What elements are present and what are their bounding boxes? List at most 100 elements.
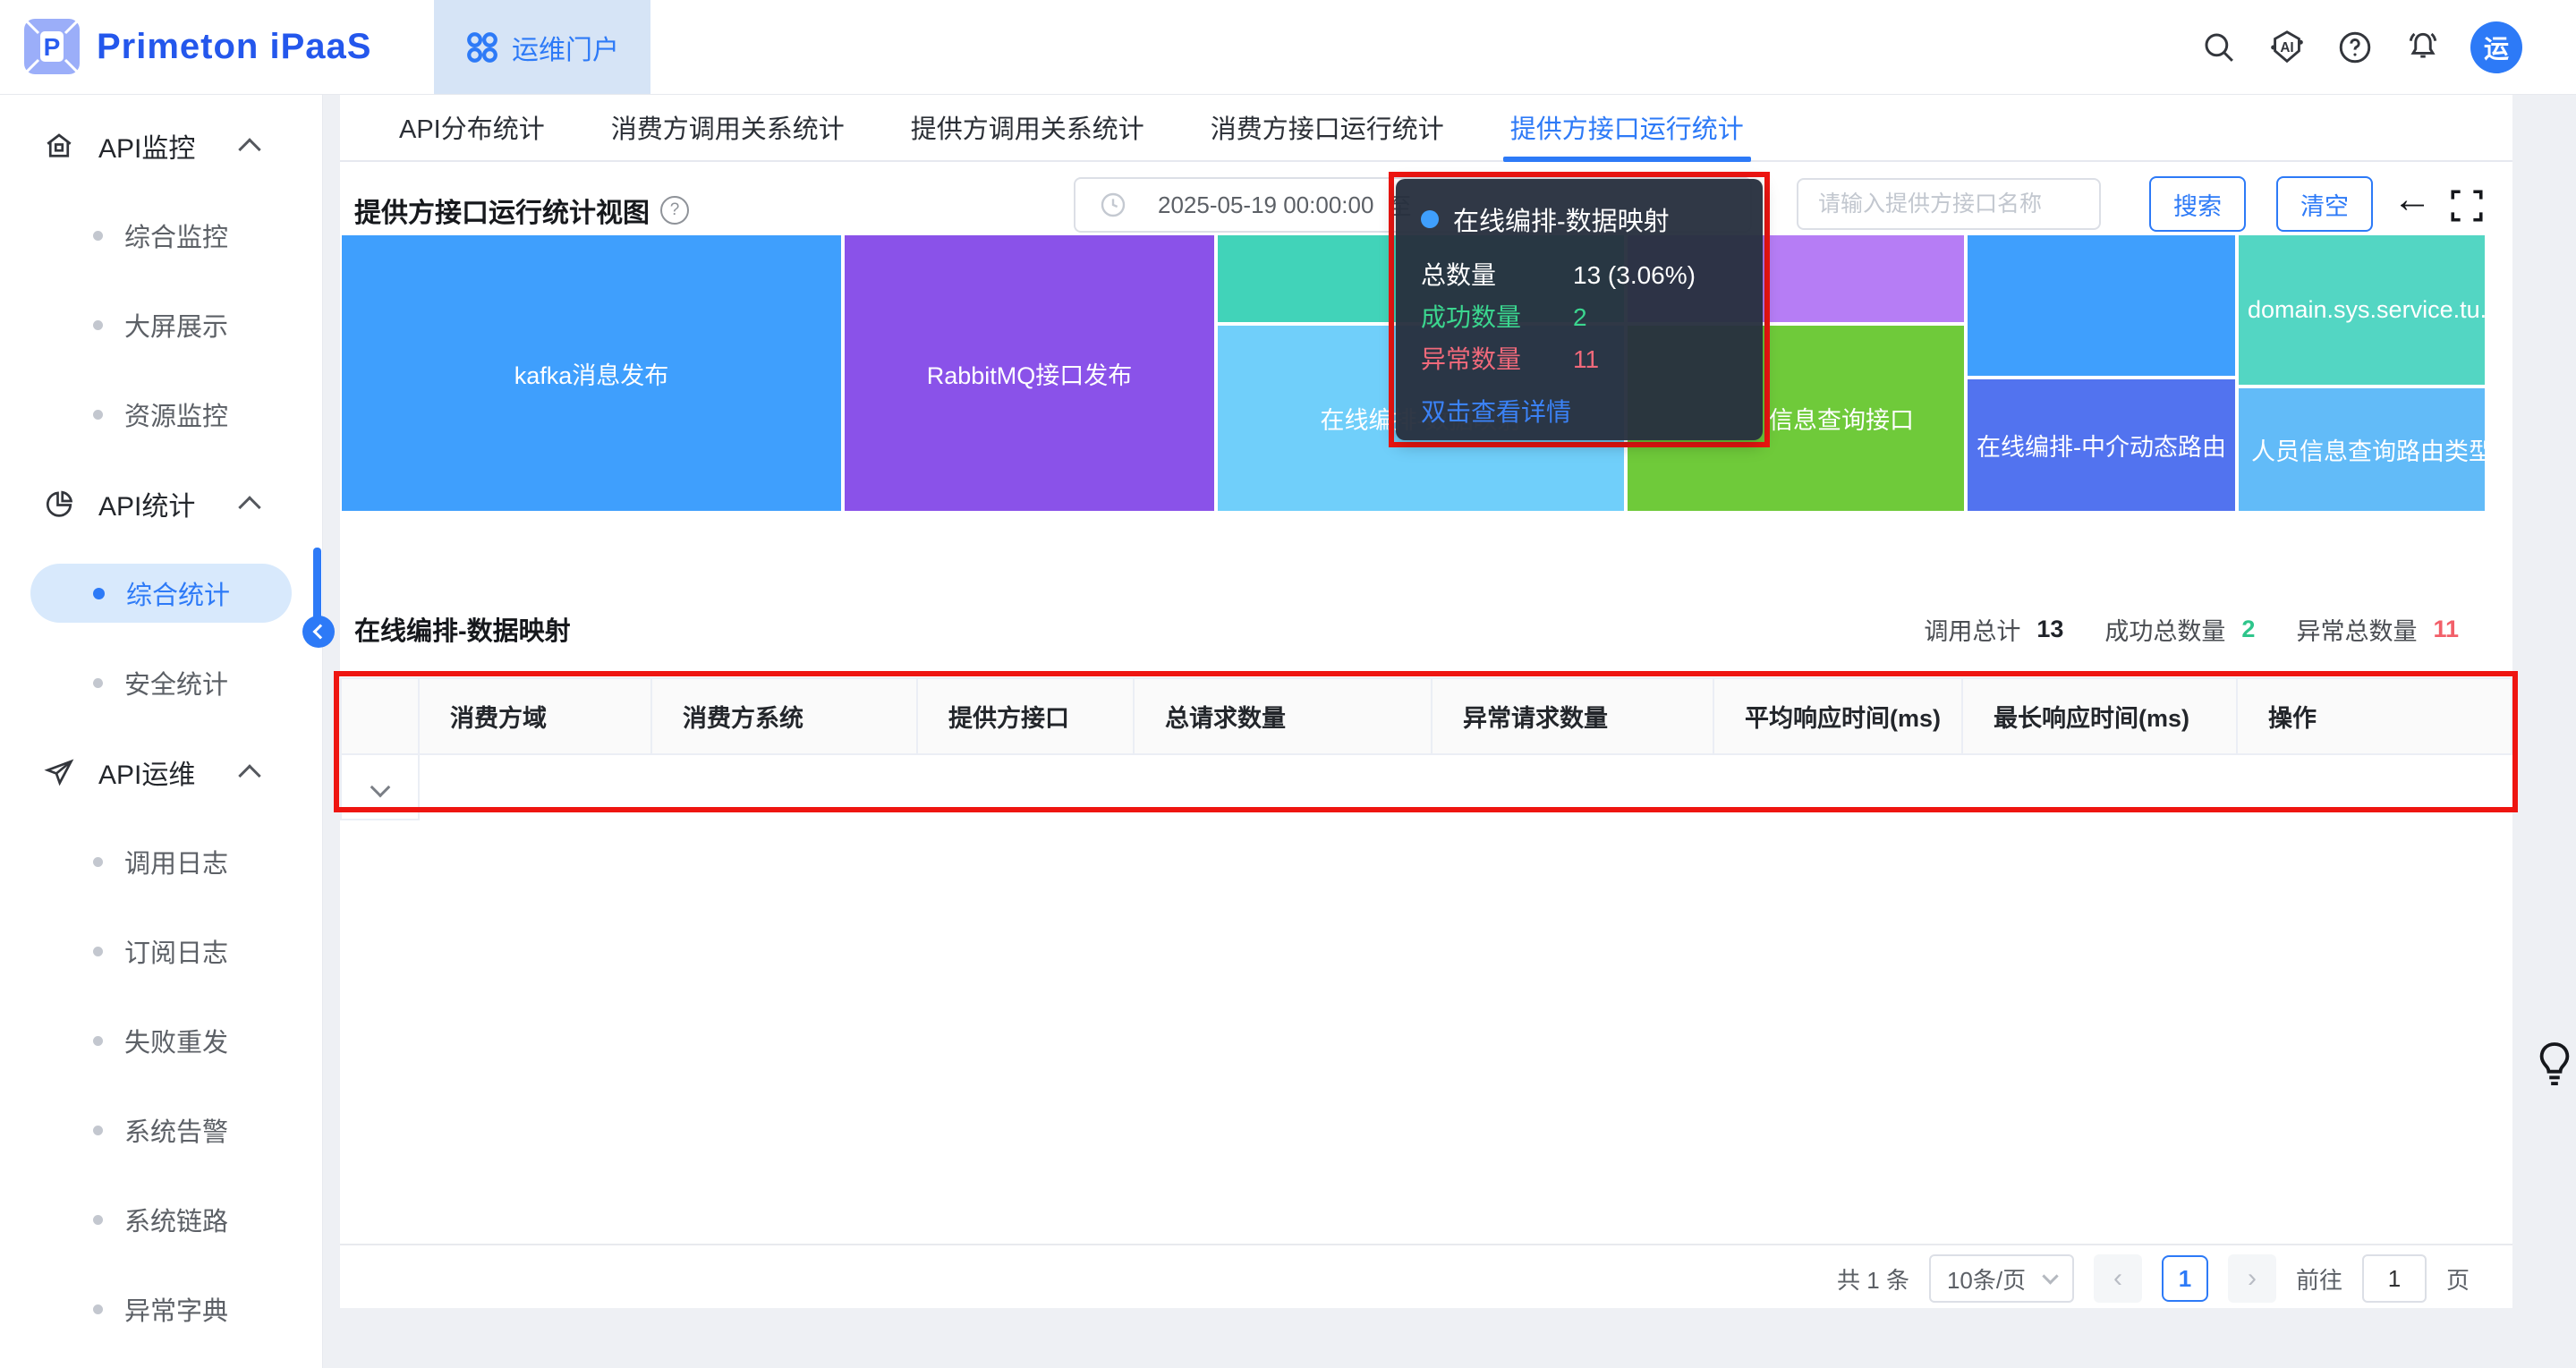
svg-text:P: P [44, 33, 61, 61]
chevron-up-icon[interactable] [238, 138, 260, 160]
item-dot-icon [93, 678, 103, 688]
stat-tab[interactable]: 消费方接口运行统计 [1211, 94, 1444, 160]
sidebar-item-pill[interactable]: 安全统计 [30, 653, 292, 712]
stat-tab[interactable]: 提供方接口运行统计 [1510, 94, 1744, 160]
sidebar-group-label: API运维 [98, 752, 195, 792]
table-header-cell: 异常请求数量 [1432, 678, 1713, 754]
tooltip-stat-value: 13 (3.06%) [1573, 254, 1696, 296]
sidebar-item-pill[interactable]: 失败重发 [30, 1011, 292, 1070]
treemap-block-label: 在线编排-中介动态路由 [1977, 428, 2226, 463]
sidebar-item[interactable]: 大屏展示 [0, 280, 322, 370]
treemap-block[interactable]: 在线编排-中介动态路由 [1966, 378, 2237, 513]
sidebar-item[interactable]: 订阅日志 [0, 906, 322, 996]
sidebar-item-pill[interactable]: 系统链路 [30, 1190, 292, 1249]
item-dot-icon [93, 320, 103, 330]
svg-text:AI: AI [2280, 39, 2293, 55]
sidebar-group-header[interactable]: API运维 [0, 727, 322, 817]
top-bar: P Primeton iPaaS 运维门户 AI [0, 0, 2576, 95]
sidebar-item-pill[interactable]: 大屏展示 [30, 295, 292, 354]
search-button[interactable]: 搜索 [2149, 176, 2246, 232]
tooltip-title-row: 在线编排-数据映射 [1421, 200, 1738, 238]
sidebar-item-pill[interactable]: 资源监控 [30, 385, 292, 444]
prev-page-button[interactable]: ‹ [2094, 1254, 2142, 1303]
goto-page-input[interactable] [2362, 1254, 2427, 1303]
provider-search-box [1797, 178, 2101, 230]
treemap-block[interactable]: kafka消息发布 [340, 234, 843, 513]
sidebar-item-pill[interactable]: 系统告警 [30, 1100, 292, 1160]
summary-stat-value: 11 [2433, 616, 2459, 643]
sidebar-item-label: 订阅日志 [124, 932, 228, 970]
notifications-bell-icon[interactable] [2402, 27, 2444, 68]
brand-name: Primeton iPaaS [97, 27, 371, 67]
page-size-select[interactable]: 10条/页 [1929, 1254, 2074, 1303]
treemap-block[interactable] [1966, 234, 2237, 378]
sidebar: API监控 综合监控 [0, 94, 323, 1368]
chevron-down-icon[interactable] [370, 777, 390, 798]
treemap-block[interactable]: RabbitMQ接口发布 [843, 234, 1216, 513]
tooltip-detail-link[interactable]: 双击查看详情 [1421, 393, 1738, 429]
user-avatar[interactable]: 运 [2470, 21, 2522, 73]
sidebar-item-pill[interactable]: 综合统计 [30, 564, 292, 623]
treemap-block[interactable]: domain.sys.service.tu. [2237, 234, 2487, 387]
sidebar-item-pill[interactable]: 综合监控 [30, 206, 292, 265]
back-arrow-icon[interactable]: ← [2393, 180, 2432, 219]
app-root: P Primeton iPaaS 运维门户 AI [0, 0, 2576, 1368]
fullscreen-icon[interactable] [2448, 187, 2486, 225]
sidebar-collapse-handle[interactable] [302, 616, 335, 648]
sidebar-item[interactable]: 资源监控 [0, 370, 322, 459]
date-start-value: 2025-05-19 00:00:00 [1158, 191, 1373, 219]
item-dot-icon [93, 857, 103, 867]
sidebar-item-label: 大屏展示 [124, 306, 228, 344]
next-page-button[interactable]: › [2228, 1254, 2276, 1303]
sidebar-item-pill[interactable]: 异常字典 [30, 1279, 292, 1338]
sidebar-item[interactable]: 安全统计 [0, 638, 322, 727]
pagination-divider [340, 1244, 2512, 1245]
sidebar-item-pill[interactable]: 订阅日志 [30, 922, 292, 981]
header-actions: AI 运 [2198, 0, 2522, 94]
ai-assistant-icon[interactable]: AI [2266, 27, 2308, 68]
app-grid-icon [465, 30, 499, 64]
chevron-up-icon[interactable] [238, 764, 260, 786]
home-icon [43, 130, 75, 162]
sidebar-item[interactable]: 调用日志 [0, 817, 322, 906]
expander-header-cell [341, 678, 419, 754]
sidebar-item-pill[interactable]: 调用日志 [30, 832, 292, 891]
total-count: 共 1 条 [1837, 1262, 1909, 1296]
current-page-button[interactable]: 1 [2162, 1255, 2208, 1302]
tooltip-stat-row: 成功数量 2 [1421, 296, 1738, 338]
stat-tab[interactable]: API分布统计 [399, 94, 545, 160]
stat-tab[interactable]: 提供方调用关系统计 [911, 94, 1144, 160]
summary-stat-label: 异常总数量 [2296, 612, 2417, 647]
table-header-cell: 消费方域 [419, 678, 651, 754]
treemap-block-label: domain.sys.service.tu. [2248, 296, 2487, 324]
treemap-block[interactable]: 人员信息查询路由类型接 [2237, 387, 2487, 513]
sidebar-item[interactable]: 综合监控 [0, 191, 322, 280]
stat-tab-label: 消费方接口运行统计 [1211, 108, 1444, 146]
view-title: 提供方接口运行统计视图 ? [354, 191, 689, 230]
help-tooltip-icon[interactable]: ? [660, 196, 689, 225]
sidebar-group: API监控 综合监控 [0, 101, 322, 459]
help-icon[interactable] [2334, 27, 2376, 68]
clock-icon [1099, 191, 1127, 219]
provider-search-input[interactable] [1816, 191, 2108, 218]
chevron-up-icon[interactable] [238, 496, 260, 518]
sidebar-group: API运维 调用日志 [0, 727, 322, 1354]
portal-tab[interactable]: 运维门户 [434, 0, 650, 94]
detail-section-header: 在线编排-数据映射 调用总计 13 成功总数量 2 异常总数量 [354, 608, 2459, 650]
search-icon[interactable] [2198, 27, 2240, 68]
sidebar-item-label: 综合统计 [126, 574, 230, 612]
sidebar-group-header[interactable]: API统计 [0, 459, 322, 548]
sidebar-item[interactable]: 异常字典 [0, 1264, 322, 1354]
clear-button[interactable]: 清空 [2276, 176, 2373, 232]
table-row [341, 754, 2512, 820]
sidebar-group-header[interactable]: API监控 [0, 101, 322, 191]
pagination: 共 1 条 10条/页 ‹ 1 › 前往 页 [1837, 1254, 2470, 1303]
treemap-block-label: RabbitMQ接口发布 [927, 356, 1133, 391]
sidebar-item[interactable]: 失败重发 [0, 996, 322, 1085]
sidebar-item[interactable]: 系统链路 [0, 1175, 322, 1264]
sidebar-item[interactable]: 系统告警 [0, 1085, 322, 1175]
lightbulb-icon[interactable] [2534, 1040, 2575, 1090]
treemap-block-label: kafka消息发布 [514, 356, 669, 391]
sidebar-item[interactable]: 综合统计 [0, 548, 322, 638]
stat-tab[interactable]: 消费方调用关系统计 [611, 94, 845, 160]
